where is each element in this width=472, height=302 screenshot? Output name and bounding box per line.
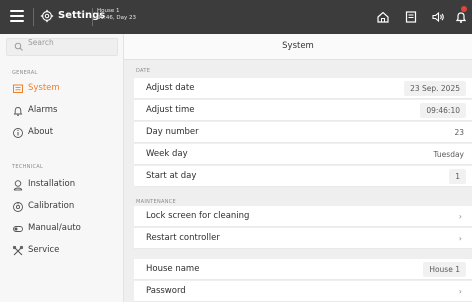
main-panel: System DATE Adjust date 23 Sep. 2025 Adj… [124, 34, 472, 302]
section-label-technical: TECHNICAL [12, 164, 44, 170]
search-placeholder: Search [28, 38, 54, 47]
calibration-icon [13, 202, 23, 212]
row-value: 1 [449, 169, 466, 184]
sidebar-item-label: About [28, 127, 54, 137]
row-week-day: Week day Tuesday [134, 144, 472, 165]
row-label: Adjust date [146, 83, 195, 93]
sidebar-item-about[interactable]: About [0, 122, 123, 144]
group-label-date: DATE [136, 68, 151, 74]
gear-icon [40, 9, 54, 23]
row-house-name[interactable]: House name House 1 [134, 259, 472, 280]
row-label: Password [146, 286, 186, 296]
info-icon [13, 128, 23, 138]
sidebar-item-label: Calibration [28, 201, 75, 211]
row-value: 09:46:10 [420, 103, 466, 118]
row-adjust-time[interactable]: Adjust time 09:46:10 [134, 100, 472, 121]
house-info: House 1 09:46, Day 23 [97, 8, 136, 22]
sidebar-item-installation[interactable]: Installation [0, 174, 123, 196]
sidebar-item-manual-auto[interactable]: Manual/auto [0, 218, 123, 240]
row-lock-screen[interactable]: Lock screen for cleaning › [134, 206, 472, 227]
installation-icon [13, 180, 23, 191]
top-bar: Settings House 1 09:46, Day 23 [0, 0, 472, 34]
row-label: Restart controller [146, 233, 220, 243]
row-value: House 1 [423, 262, 466, 277]
group-label-maintenance: MAINTENANCE [136, 199, 177, 205]
row-day-number[interactable]: Day number 23 [134, 122, 472, 143]
row-restart-controller[interactable]: Restart controller › [134, 228, 472, 249]
row-label: Week day [146, 149, 188, 159]
chevron-right-icon: › [458, 287, 462, 296]
row-value: Tuesday [433, 150, 464, 159]
sidebar-item-system[interactable]: System [0, 78, 123, 100]
house-name: House 1 [97, 8, 120, 14]
menu-icon[interactable] [10, 10, 24, 23]
notification-badge [461, 6, 467, 12]
alarm-bell-icon [13, 107, 23, 117]
search-icon [14, 42, 23, 51]
divider [92, 8, 93, 26]
time-day: 09:46, Day 23 [97, 15, 136, 21]
sidebar-item-label: System [28, 83, 60, 93]
sidebar-item-label: Alarms [28, 105, 58, 115]
sidebar-item-service[interactable]: Service [0, 240, 123, 262]
row-label: Day number [146, 127, 199, 137]
row-label: Adjust time [146, 105, 195, 115]
row-label: Start at day [146, 171, 197, 181]
home-icon[interactable] [375, 9, 391, 25]
panel-header: System [124, 34, 472, 60]
divider [33, 8, 34, 26]
page-title: System [282, 41, 314, 51]
sidebar-item-label: Service [28, 245, 60, 255]
row-value: 23 Sep. 2025 [404, 81, 466, 96]
sidebar: Search GENERAL System Alarms About TECHN… [0, 34, 124, 302]
sidebar-item-label: Manual/auto [28, 223, 81, 233]
row-label: Lock screen for cleaning [146, 211, 250, 221]
row-adjust-date[interactable]: Adjust date 23 Sep. 2025 [134, 78, 472, 99]
sidebar-item-label: Installation [28, 179, 76, 189]
bell-icon[interactable] [453, 9, 469, 25]
row-password[interactable]: Password › [134, 281, 472, 302]
sidebar-item-alarms[interactable]: Alarms [0, 100, 123, 122]
row-value: 23 [454, 128, 464, 137]
sidebar-item-calibration[interactable]: Calibration [0, 196, 123, 218]
chevron-right-icon: › [458, 234, 462, 243]
row-label: House name [146, 264, 200, 274]
sound-icon[interactable] [430, 9, 446, 25]
section-label-general: GENERAL [12, 70, 38, 76]
screen-icon[interactable] [403, 9, 419, 25]
chevron-right-icon: › [458, 212, 462, 221]
system-icon [13, 84, 23, 93]
manual-auto-icon [13, 226, 23, 232]
service-icon [12, 245, 24, 256]
row-start-at-day[interactable]: Start at day 1 [134, 166, 472, 187]
